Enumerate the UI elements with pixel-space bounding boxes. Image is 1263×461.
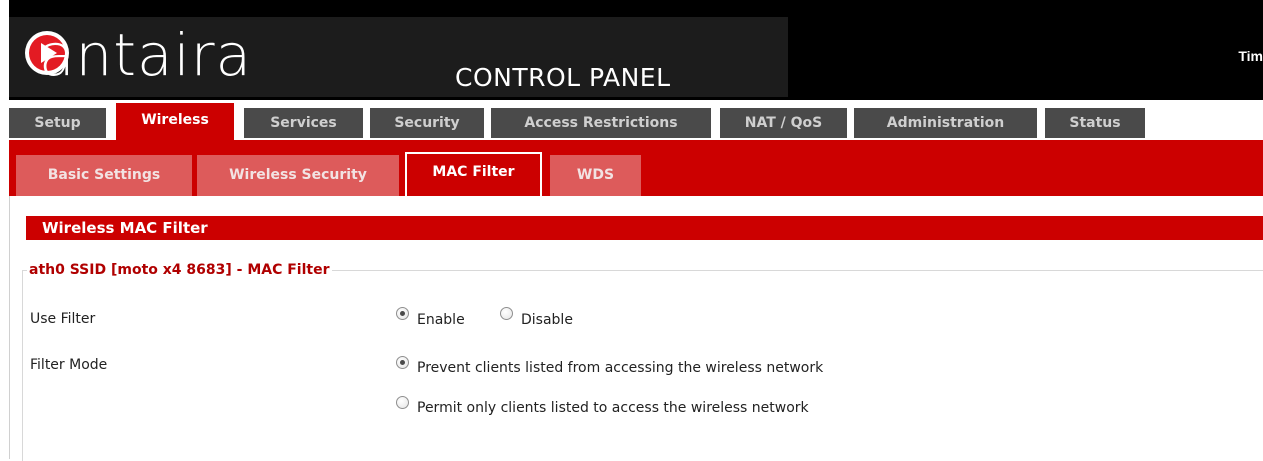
fieldset-legend: ath0 SSID [moto x4 8683] - MAC Filter: [27, 260, 332, 280]
filter-mode-permit-label[interactable]: Permit only clients listed to access the…: [417, 399, 809, 417]
main-nav: Setup Wireless Services Security Access …: [9, 103, 1263, 140]
logo: antaira CONTROL PANEL: [9, 17, 788, 97]
sub-nav: Basic Settings Wireless Security MAC Fil…: [9, 140, 1263, 196]
subtab-basic-settings[interactable]: Basic Settings: [16, 155, 192, 196]
filter-mode-prevent-label[interactable]: Prevent clients listed from accessing th…: [417, 359, 823, 377]
tab-access-restrictions[interactable]: Access Restrictions: [491, 108, 711, 138]
filter-mode-permit-radio[interactable]: [396, 396, 409, 409]
use-filter-disable-radio[interactable]: [500, 307, 513, 320]
page-title: CONTROL PANEL: [455, 63, 671, 92]
time-label: Tim: [1238, 48, 1263, 64]
tab-services[interactable]: Services: [244, 108, 363, 138]
use-filter-enable-radio[interactable]: [396, 307, 409, 320]
tab-status[interactable]: Status: [1045, 108, 1145, 138]
subtab-wireless-security[interactable]: Wireless Security: [197, 155, 399, 196]
tab-nat-qos[interactable]: NAT / QoS: [720, 108, 847, 138]
filter-mode-label: Filter Mode: [30, 357, 108, 373]
subtab-wds[interactable]: WDS: [550, 155, 641, 196]
tab-security[interactable]: Security: [370, 108, 484, 138]
subtab-mac-filter[interactable]: MAC Filter: [405, 152, 542, 196]
tab-wireless[interactable]: Wireless: [116, 103, 234, 140]
use-filter-label: Use Filter: [30, 311, 96, 327]
use-filter-disable-label[interactable]: Disable: [521, 311, 573, 329]
use-filter-enable-label[interactable]: Enable: [417, 311, 465, 329]
logo-text: antaira: [39, 21, 253, 89]
content-panel: Wireless MAC Filter ath0 SSID [moto x4 8…: [9, 196, 1263, 461]
header: antaira CONTROL PANEL Tim: [9, 0, 1263, 100]
tab-administration[interactable]: Administration: [854, 108, 1037, 138]
section-title: Wireless MAC Filter: [26, 216, 1263, 240]
tab-setup[interactable]: Setup: [9, 108, 106, 138]
filter-mode-prevent-radio[interactable]: [396, 356, 409, 369]
